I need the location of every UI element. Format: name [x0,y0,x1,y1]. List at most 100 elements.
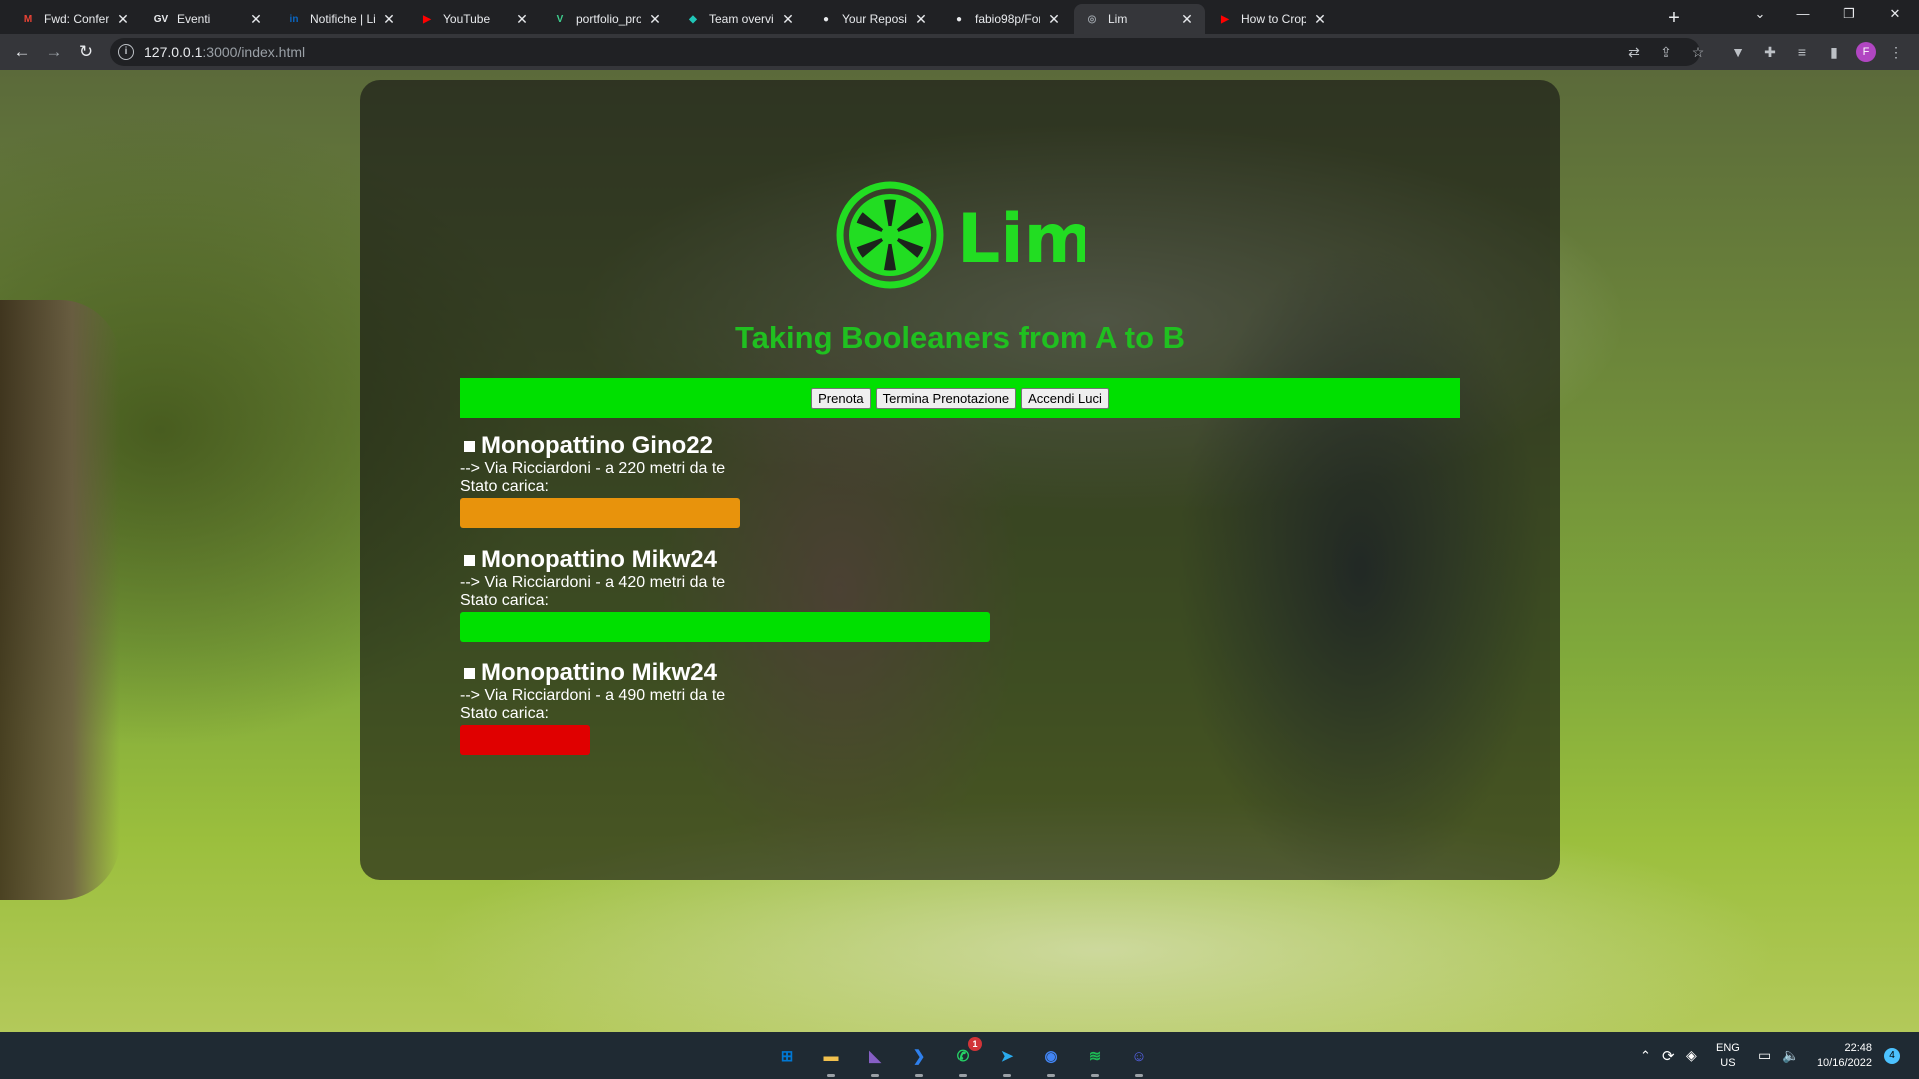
scooter-name-row: Monopattino Mikw24 [460,659,1166,687]
spotify-icon[interactable]: ≋ [1080,1041,1110,1077]
show-hidden-icons-chevron-icon[interactable]: ⌃ [1640,1032,1651,1079]
scooter-name: Monopattino Gino22 [481,432,713,459]
security-shield-icon[interactable]: ◈ [1686,1032,1697,1079]
vue-devtools-extension-icon[interactable]: ▼ [1728,42,1748,62]
close-tab-icon[interactable]: ✕ [1179,11,1195,28]
tab-title: portfolio_project [576,12,641,26]
more-menu-icon[interactable]: ⋮ [1886,42,1906,62]
charge-bar [460,612,990,642]
share-icon[interactable]: ⇪ [1656,42,1676,62]
tagline: Taking Booleaners from A to B [734,320,1186,355]
browser-tab-strip: M Fwd: Conferma di v ✕ GV Eventi ✕ in Notifiche… [0,0,1919,34]
discord-icon[interactable]: ☺ [1124,1041,1154,1077]
close-window-button[interactable]: ✕ [1872,0,1918,30]
chrome-icon[interactable]: ◉ [1036,1041,1066,1077]
browser-tab[interactable]: ◎ Lim ✕ [1074,4,1205,34]
language-indicator[interactable]: ENG US [1716,1032,1740,1079]
minimize-button[interactable]: — [1780,0,1826,30]
lim-logo: Lim [836,181,1085,289]
close-tab-icon[interactable]: ✕ [1046,11,1062,28]
browser-tab[interactable]: ● Your Repositories ✕ [808,4,939,34]
browser-tab[interactable]: Vportfolio_project ✕ [542,4,673,34]
close-tab-icon[interactable]: ✕ [913,11,929,28]
scooter-item[interactable]: Monopattino Mikw24 --> Via Ricciardoni -… [460,546,1166,642]
gmail-icon: M [23,13,33,25]
bookmark-star-icon[interactable]: ☆ [1688,42,1708,62]
browser-tab[interactable]: M Fwd: Conferma di v ✕ [10,4,141,34]
tab-title: YouTube [443,12,491,26]
close-tab-icon[interactable]: ✕ [248,11,264,28]
tab-title: fabio98p/ForBoole [975,12,1040,26]
volume-icon[interactable]: 🔈 [1782,1032,1799,1079]
translate-icon[interactable]: ⇄ [1624,42,1644,62]
scooter-name-row: Monopattino Gino22 [460,432,1166,460]
reading-list-icon[interactable]: ≡ [1792,42,1812,62]
close-tab-icon[interactable]: ✕ [1312,11,1328,28]
browser-tab[interactable]: ● fabio98p/ForBoole ✕ [941,4,1072,34]
tab-search-chevron-icon[interactable]: ⌄ [1737,0,1783,30]
vscode-icon[interactable]: ❯ [904,1041,934,1077]
tab-title: Your Repositories [842,12,907,26]
brand-wordmark: Lim [957,200,1085,279]
whatsapp-icon[interactable]: ✆ 1 [948,1037,982,1077]
lime-wheel-icon [836,181,944,289]
github-icon: ● [955,13,963,25]
visual-studio-icon[interactable]: ◣ [860,1041,890,1077]
windows-start-icon[interactable]: ⊞ [772,1041,802,1071]
new-tab-button[interactable]: + [1660,5,1688,31]
running-indicator [1135,1074,1143,1077]
address-bar[interactable]: i 127.0.0.1:3000/index.html [110,38,1700,66]
reload-icon[interactable]: ↻ [72,38,100,66]
profile-avatar[interactable]: F [1856,42,1876,62]
scooter-item[interactable]: Monopattino Gino22 --> Via Ricciardoni -… [460,432,1166,528]
back-arrow-icon[interactable]: ← [8,38,36,66]
page-viewport: Lim Taking Booleaners from A to B Prenot… [0,70,1919,1032]
browser-toolbar: ← → ↻ i 127.0.0.1:3000/index.html ⇄ ⇪ ☆ … [0,34,1919,70]
browser-tab[interactable]: ◆ Team overview | Ne ✕ [675,4,806,34]
close-tab-icon[interactable]: ✕ [381,11,397,28]
browser-tab[interactable]: in Notifiche | LinkedIn ✕ [276,4,407,34]
browser-tab[interactable]: ▶ YouTube ✕ [409,4,540,34]
globe-icon: ◎ [1087,13,1097,25]
running-indicator [1047,1074,1055,1077]
tab-title: How to Crop Your [1241,12,1306,26]
charge-label: Stato carica: [460,478,549,495]
scooter-item[interactable]: Monopattino Mikw24 --> Via Ricciardoni -… [460,659,1166,755]
close-tab-icon[interactable]: ✕ [647,11,663,28]
close-tab-icon[interactable]: ✕ [780,11,796,28]
termina-prenotazione-button[interactable]: Termina Prenotazione [875,387,1017,409]
square-bullet-icon [464,440,475,452]
prenota-button[interactable]: Prenota [811,387,871,409]
running-indicator [959,1074,967,1077]
running-indicator [1091,1074,1099,1077]
url-path: :3000/index.html [202,44,306,60]
main-panel: Lim Taking Booleaners from A to B Prenot… [360,80,1560,880]
network-icon[interactable]: ▭ [1758,1032,1771,1079]
address-url[interactable]: 127.0.0.1:3000/index.html [144,44,305,60]
clock[interactable]: 22:48 10/16/2022 [1810,1032,1872,1079]
gv-icon: GV [153,13,169,25]
forward-arrow-icon[interactable]: → [40,38,68,66]
github-icon: ● [822,13,830,25]
running-indicator [1003,1074,1011,1077]
tab-title: Notifiche | LinkedIn [310,12,375,26]
extensions-puzzle-icon[interactable]: ✚ [1760,42,1780,62]
background-tree [0,300,120,900]
action-bar: Prenota Termina Prenotazione Accendi Luc… [460,378,1460,418]
telegram-icon[interactable]: ➤ [992,1041,1022,1077]
file-explorer-icon[interactable]: ▬ [816,1041,846,1077]
side-panel-icon[interactable]: ▮ [1824,42,1844,62]
close-tab-icon[interactable]: ✕ [115,11,131,28]
scooter-location: --> Via Ricciardoni - a 420 metri da te [460,574,726,591]
close-tab-icon[interactable]: ✕ [514,11,530,28]
accendi-luci-button[interactable]: Accendi Luci [1021,387,1109,409]
restore-button[interactable]: ❐ [1826,0,1872,30]
browser-tab[interactable]: GV Eventi ✕ [143,4,274,34]
sync-icon[interactable]: ⟳ [1662,1032,1675,1079]
browser-tab[interactable]: ▶ How to Crop Your ✕ [1207,4,1338,34]
charge-bar-track [460,498,1166,528]
notification-center[interactable]: 4 [1884,1032,1900,1079]
scooter-name: Monopattino Mikw24 [481,659,717,686]
running-indicator [871,1074,879,1077]
site-info-icon[interactable]: i [118,44,134,60]
